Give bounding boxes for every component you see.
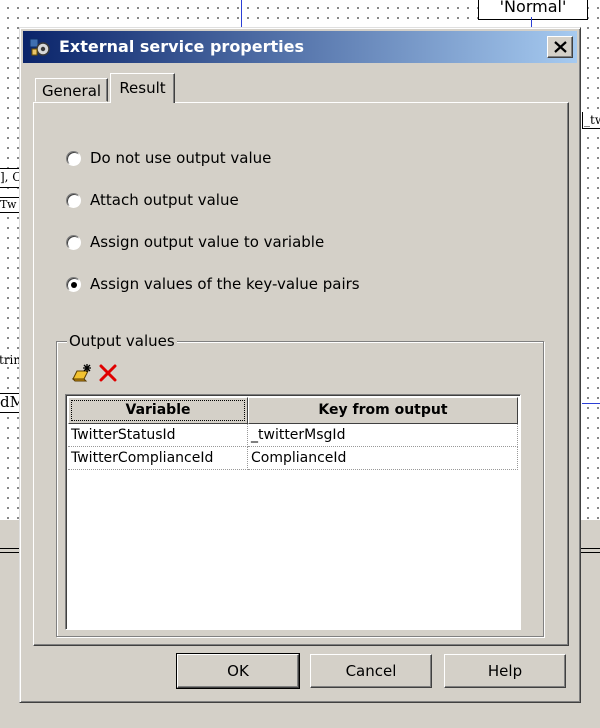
tab-result[interactable]: Result — [110, 73, 175, 103]
option-label: Attach output value — [90, 191, 239, 209]
add-row-icon — [71, 364, 91, 382]
dialog-title: External service properties — [59, 37, 305, 56]
help-button[interactable]: Help — [444, 654, 566, 688]
cell-key-from-output[interactable]: ComplianceId — [248, 447, 518, 470]
output-values-group: Output values Variable Key from output T… — [56, 331, 544, 637]
option-label: Do not use output value — [90, 149, 272, 167]
cell-variable[interactable]: TwitterComplianceId — [68, 447, 248, 470]
dialog-title-bar[interactable]: External service properties — [23, 31, 577, 63]
tab-general[interactable]: General — [35, 78, 108, 102]
radio-button[interactable] — [66, 235, 81, 250]
canvas-connector-line — [582, 403, 600, 404]
delete-icon — [99, 364, 117, 382]
delete-row-button[interactable] — [97, 362, 119, 384]
option-label: Assign output value to variable — [90, 233, 325, 251]
column-header-key-from-output[interactable]: Key from output — [248, 397, 518, 424]
canvas-node-fragment[interactable]: Tw — [0, 197, 20, 213]
table-row[interactable]: TwitterComplianceId ComplianceId — [68, 447, 518, 470]
output-values-legend: Output values — [67, 331, 177, 351]
radio-button[interactable] — [66, 151, 81, 166]
add-row-button[interactable] — [71, 362, 93, 384]
ok-button[interactable]: OK — [176, 653, 300, 689]
option-label: Assign values of the key-value pairs — [90, 275, 360, 293]
canvas-node-fragment[interactable]: _tw — [582, 112, 600, 129]
close-icon — [554, 41, 567, 53]
result-tab-panel: Do not use output value Attach output va… — [33, 102, 569, 646]
cancel-button[interactable]: Cancel — [310, 654, 432, 688]
output-values-grid[interactable]: Variable Key from output TwitterStatusId… — [65, 394, 521, 630]
canvas-connector-line — [241, 0, 242, 28]
radio-button[interactable] — [66, 193, 81, 208]
canvas-node-normal[interactable]: 'Normal' — [478, 0, 588, 20]
canvas-node-fragment[interactable]: dM — [0, 393, 20, 413]
canvas-node-fragment[interactable]: trin — [0, 352, 19, 370]
cell-variable[interactable]: TwitterStatusId — [68, 424, 248, 447]
canvas-node-fragment[interactable]: ], C — [0, 168, 20, 188]
radio-button-checked[interactable] — [66, 277, 81, 292]
close-button[interactable] — [547, 36, 573, 58]
external-service-properties-dialog: External service properties General Resu… — [19, 27, 581, 703]
cell-key-from-output[interactable]: _twitterMsgId — [248, 424, 518, 447]
service-gear-icon — [29, 38, 50, 56]
table-row[interactable]: TwitterStatusId _twitterMsgId — [68, 424, 518, 447]
grid-header: Variable Key from output — [68, 397, 518, 424]
column-header-variable[interactable]: Variable — [68, 397, 248, 424]
